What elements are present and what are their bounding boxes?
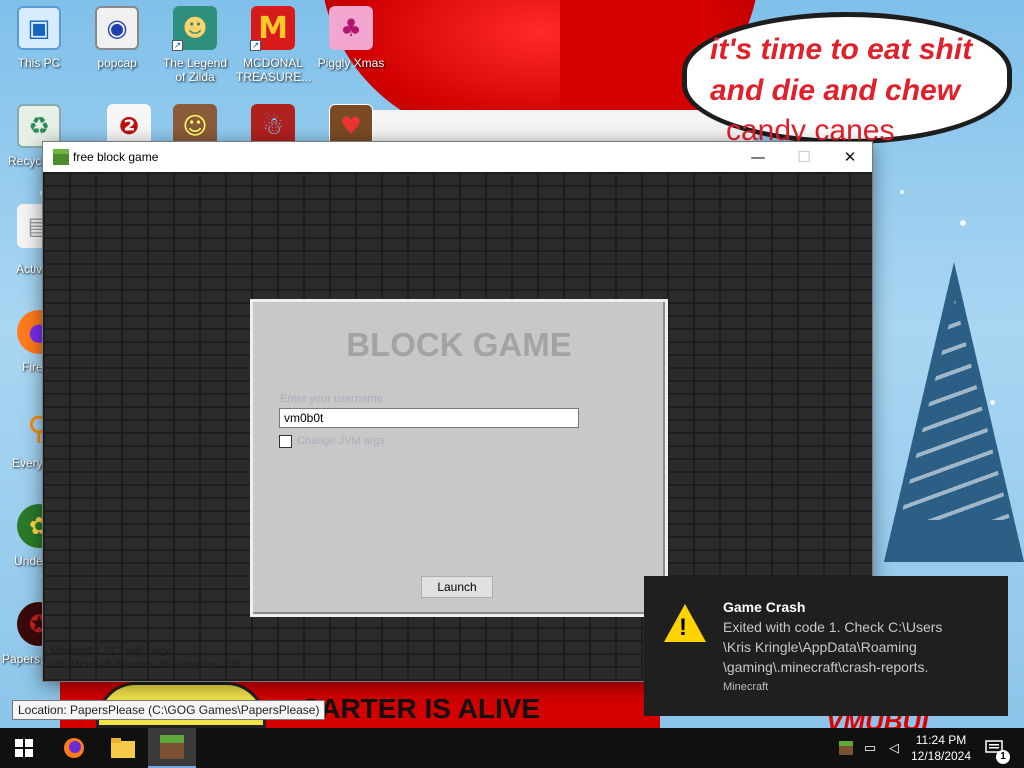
notification-badge: 1 (996, 750, 1010, 764)
system-clock[interactable]: 11:24 PM 12/18/2024 (904, 732, 978, 764)
notification-body-line: \Kris Kringle\AppData\Roaming (723, 639, 917, 655)
start-button[interactable] (0, 728, 48, 768)
tray-minecraft[interactable] (836, 728, 856, 768)
volume-muted-icon[interactable]: ◁ (884, 728, 904, 768)
jvm-args-label: Change JVM args (297, 435, 386, 447)
desktop-icon-mcdonalds[interactable]: M ↗ MCDONAL TREASURE... (236, 6, 311, 84)
username-label: Enter your username (280, 393, 383, 405)
pig-icon: ♣ (329, 6, 373, 50)
notification-body-line: \gaming\.minecraft\crash-reports. (723, 659, 929, 675)
clock-date: 12/18/2024 (910, 749, 972, 763)
grass-block-icon (53, 149, 69, 165)
notification-body-line: Exited with code 1. Check C:\Users (723, 619, 943, 635)
speech-text-line: and die and chew (710, 74, 961, 107)
minecraft-icon (160, 735, 184, 759)
notification-source: Minecraft (723, 681, 769, 693)
taskbar-firefox[interactable] (50, 728, 98, 768)
firefox-icon (64, 738, 84, 758)
launch-button[interactable]: Launch (421, 576, 493, 598)
windows-start-icon (15, 739, 33, 757)
banner-text: CARTER IS ALIVE (300, 693, 541, 724)
grass-block-icon (839, 741, 853, 755)
snowflake (900, 190, 904, 194)
shortcut-arrow-icon: ↗ (172, 40, 183, 51)
computer-icon: ▣ (17, 6, 61, 50)
minimize-button[interactable]: — (735, 142, 781, 172)
window-titlebar[interactable]: free block game — ☐ ✕ (43, 142, 872, 172)
version-text: Minecraft 1.19.2 with Forge (51, 646, 173, 657)
login-panel: BLOCK GAME Enter your username vm0b0t Ch… (250, 299, 668, 617)
location-tooltip: Location: PapersPlease (C:\GOG Games\Pap… (12, 700, 326, 720)
warning-exclamation: ! (679, 614, 687, 641)
popcap-icon: ◉ (95, 6, 139, 50)
shortcut-arrow-icon: ↗ (250, 40, 261, 51)
file-explorer-icon (111, 738, 135, 758)
window-title: free block game (73, 150, 159, 164)
network-icon[interactable]: ▭ (860, 728, 880, 768)
taskbar-minecraft[interactable] (148, 728, 196, 768)
taskbar-file-explorer[interactable] (99, 728, 147, 768)
clock-time: 11:24 PM (915, 733, 967, 747)
snowflake (960, 220, 966, 226)
os-text: OS: Microsoft Windows 10 Enterprise LTSC (51, 660, 245, 671)
taskbar: ▭ ◁ 11:24 PM 12/18/2024 1 (0, 728, 1024, 768)
launcher-title: BLOCK GAME (346, 326, 572, 363)
desktop-icon-piggly-xmas[interactable]: ♣ Piggly Xmas (314, 6, 388, 70)
maximize-button[interactable]: ☐ (781, 142, 827, 172)
username-input[interactable]: vm0b0t (279, 408, 579, 428)
crash-notification[interactable]: ! Game Crash Exited with code 1. Check C… (644, 576, 1008, 716)
desktop-icon-this-pc[interactable]: ▣ This PC (2, 6, 76, 70)
desktop-icon-popcap[interactable]: ◉ popcap (80, 6, 154, 70)
jvm-args-checkbox[interactable] (279, 435, 292, 448)
notification-title: Game Crash (723, 599, 806, 615)
desktop-icon-legend-of-zilda[interactable]: ☻ ↗ The Legend of Zilda (158, 6, 232, 84)
speech-text-line: it's time to eat shit (710, 33, 973, 66)
close-button[interactable]: ✕ (827, 142, 873, 172)
